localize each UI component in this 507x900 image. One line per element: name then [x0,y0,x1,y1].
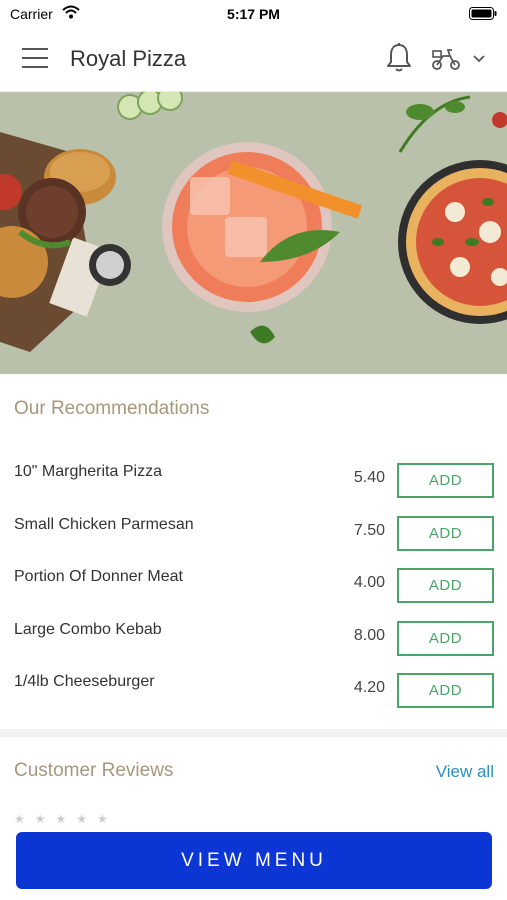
view-menu-button[interactable]: VIEW MENU [16,832,492,889]
add-button[interactable]: ADD [397,568,494,603]
add-button[interactable]: ADD [397,515,494,551]
food-illustration [0,92,507,374]
item-name: Portion Of Donner Meat [14,568,183,585]
list-item: Large Combo Kebab 8.00 ADD [0,613,507,666]
recommendations-list: 10" Margherita Pizza 5.40 ADD Small Chic… [0,455,507,718]
item-name: Large Combo Kebab [14,620,162,638]
bell-icon[interactable] [384,42,414,74]
section-divider [0,729,507,737]
item-price: 7.50 [353,521,385,539]
item-name: 10" Margherita Pizza [14,463,162,480]
battery-icon [469,7,497,20]
item-price: 5.40 [353,469,385,486]
status-time: 5:17 PM [227,6,280,22]
reviews-title: Customer Reviews [14,760,174,781]
list-item: 1/4lb Cheeseburger 4.20 ADD [0,665,507,718]
list-item: Portion Of Donner Meat 4.00 ADD [0,560,507,613]
list-item: Small Chicken Parmesan 7.50 ADD [0,508,507,561]
rating-stars: ★★★★★ [14,812,118,826]
item-name: 1/4lb Cheeseburger [14,673,155,690]
hero-banner-image [0,92,507,374]
menu-icon[interactable] [22,48,48,70]
app-header: Royal Pizza [0,28,507,92]
item-price: 8.00 [353,626,385,644]
status-bar: Carrier 5:17 PM [0,0,507,28]
list-item: 10" Margherita Pizza 5.40 ADD [0,455,507,508]
item-name: Small Chicken Parmesan [14,515,194,533]
item-price: 4.00 [353,574,385,591]
item-price: 4.20 [353,679,385,696]
add-button[interactable]: ADD [397,620,494,656]
add-button[interactable]: ADD [397,673,494,708]
page-title: Royal Pizza [70,46,187,71]
add-button[interactable]: ADD [397,463,494,498]
chevron-down-icon[interactable] [472,54,486,64]
scooter-icon[interactable] [430,46,462,72]
view-all-link[interactable]: View all [436,762,494,782]
recommendations-title: Our Recommendations [14,398,210,419]
